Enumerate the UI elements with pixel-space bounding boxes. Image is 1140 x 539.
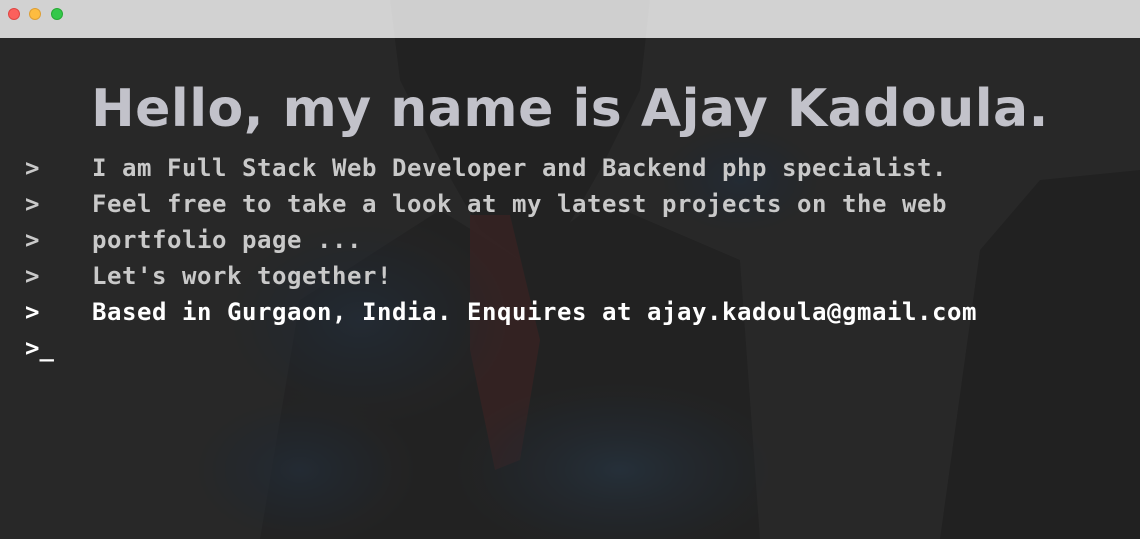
maximize-window-icon[interactable] <box>51 8 63 20</box>
terminal-line: > I am Full Stack Web Developer and Back… <box>0 150 1140 186</box>
terminal-window: Hello, my name is Ajay Kadoula. > I am F… <box>0 0 1140 539</box>
text-cursor: _ <box>39 334 54 362</box>
terminal-line-contact: > Based in Gurgaon, India. Enquires at a… <box>0 294 1140 330</box>
prompt-chevron: > <box>25 298 40 326</box>
page-title: Hello, my name is Ajay Kadoula. <box>91 79 1049 139</box>
terminal-line-text: Feel free to take a look at my latest pr… <box>92 190 947 218</box>
terminal-input-prompt[interactable]: >_ <box>25 330 54 366</box>
window-titlebar <box>0 0 1140 38</box>
prompt-chevron: > <box>25 334 40 362</box>
terminal-line-text: Let's work together! <box>92 262 392 290</box>
terminal-line-text: I am Full Stack Web Developer and Backen… <box>92 154 947 182</box>
contact-line-text: Based in Gurgaon, India. Enquires at aja… <box>92 298 977 326</box>
minimize-window-icon[interactable] <box>29 8 41 20</box>
terminal-output: > I am Full Stack Web Developer and Back… <box>0 150 1140 330</box>
prompt-chevron: > <box>25 262 40 290</box>
prompt-chevron: > <box>25 190 40 218</box>
terminal-line: > portfolio page ... <box>0 222 1140 258</box>
prompt-chevron: > <box>25 154 40 182</box>
prompt-chevron: > <box>25 226 40 254</box>
terminal-line-text: portfolio page ... <box>92 226 362 254</box>
close-window-icon[interactable] <box>8 8 20 20</box>
terminal-line: > Let's work together! <box>0 258 1140 294</box>
terminal-line: > Feel free to take a look at my latest … <box>0 186 1140 222</box>
